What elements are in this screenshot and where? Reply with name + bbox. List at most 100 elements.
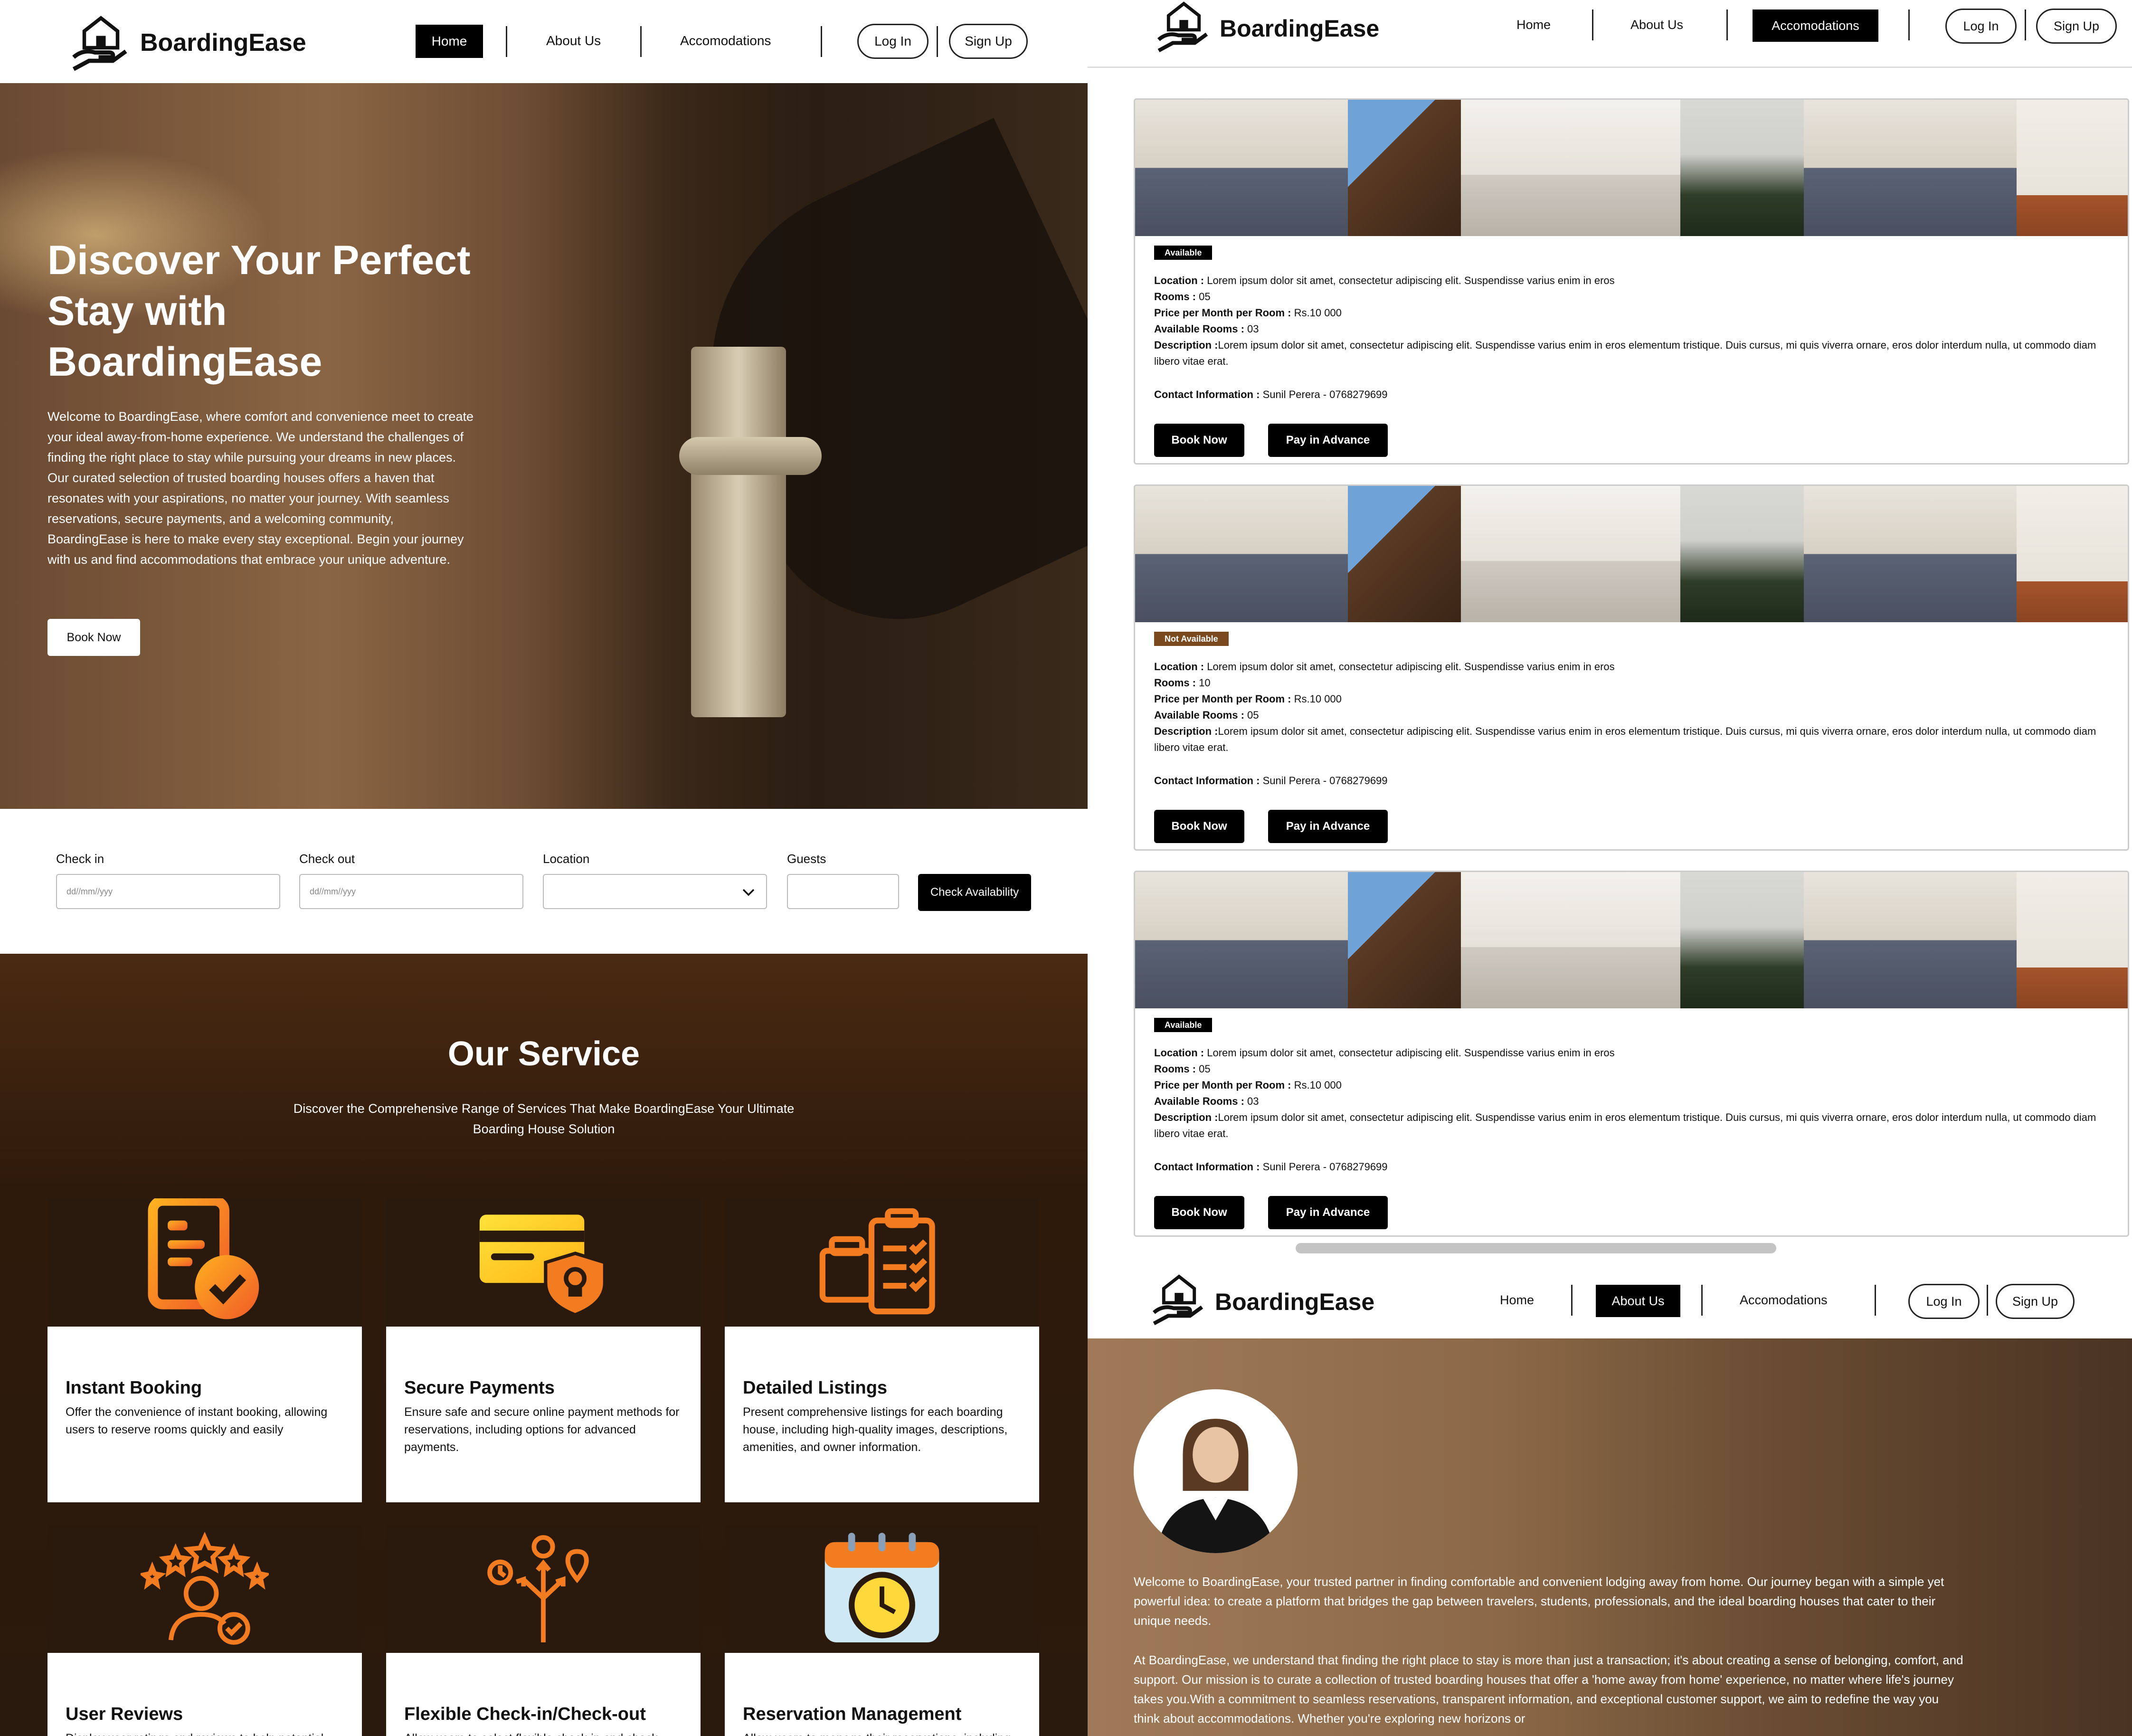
listing-rooms: Rooms : 05 bbox=[1154, 1061, 2118, 1077]
rooms-label: Rooms : bbox=[1154, 677, 1196, 689]
description-label: Description : bbox=[1154, 339, 1218, 351]
nav-home[interactable]: Home bbox=[1500, 1293, 1534, 1308]
service-description: Display user ratings and reviews to help… bbox=[66, 1730, 346, 1736]
location-label: Location : bbox=[1154, 661, 1204, 673]
person-portrait-icon bbox=[1134, 1389, 1298, 1553]
login-button[interactable]: Log In bbox=[1908, 1284, 1980, 1319]
nav-about[interactable]: About Us bbox=[546, 33, 601, 48]
service-card-banner bbox=[725, 1198, 1039, 1327]
pay-in-advance-button[interactable]: Pay in Advance bbox=[1268, 810, 1388, 843]
location-label: Location bbox=[543, 852, 590, 866]
about-paragraph: Welcome to BoardingEase, your trusted pa… bbox=[1134, 1575, 1944, 1628]
brand-logo[interactable]: BoardingEase bbox=[1156, 0, 1379, 57]
checkout-input[interactable]: dd//mm//yyy bbox=[299, 874, 523, 909]
price-label: Price per Month per Room : bbox=[1154, 307, 1291, 319]
service-card-user-reviews[interactable]: User Reviews Display user ratings and re… bbox=[47, 1525, 362, 1736]
user-stars-icon bbox=[141, 1532, 269, 1645]
nav-accommodations[interactable]: Accomodations bbox=[1753, 9, 1878, 42]
login-button[interactable]: Log In bbox=[857, 24, 929, 59]
nav-accommodations[interactable]: Accomodations bbox=[1740, 1293, 1828, 1308]
photo-kitchen bbox=[1461, 872, 1680, 1008]
contact-label: Contact Information : bbox=[1154, 1161, 1260, 1173]
service-description: Offer the convenience of instant booking… bbox=[66, 1405, 328, 1436]
service-title: Reservation Management bbox=[743, 1704, 962, 1724]
nav-home[interactable]: Home bbox=[1516, 18, 1551, 32]
listing-photos[interactable] bbox=[1135, 100, 2128, 236]
nav-about[interactable]: About Us bbox=[1596, 1285, 1680, 1317]
photo-bedroom bbox=[1135, 100, 1348, 236]
status-badge: Available bbox=[1154, 246, 1213, 260]
service-card-banner bbox=[725, 1525, 1039, 1653]
brand-logo[interactable]: BoardingEase bbox=[1152, 1272, 1374, 1331]
nav-home[interactable]: Home bbox=[416, 25, 483, 58]
services-subtitle-line: Discover the Comprehensive Range of Serv… bbox=[293, 1101, 795, 1116]
listing-photos[interactable] bbox=[1135, 486, 2128, 622]
book-now-button[interactable]: Book Now bbox=[1154, 810, 1244, 843]
hero-title-line: Stay with bbox=[47, 288, 227, 334]
about-paragraph: At BoardingEase, we understand that find… bbox=[1134, 1653, 1963, 1726]
book-now-button[interactable]: Book Now bbox=[1154, 1196, 1244, 1229]
signup-button[interactable]: Sign Up bbox=[2036, 9, 2117, 44]
price-value: Rs.10 000 bbox=[1294, 1079, 1342, 1091]
photo-bedroom-2 bbox=[1804, 486, 2017, 622]
brand-logo[interactable]: BoardingEase bbox=[71, 12, 306, 74]
listing-location: Location : Lorem ipsum dolor sit amet, c… bbox=[1154, 659, 2118, 675]
description-label: Description : bbox=[1154, 1111, 1218, 1123]
nav-divider bbox=[1726, 9, 1728, 40]
nav-divider bbox=[821, 26, 822, 57]
route-options-icon bbox=[487, 1535, 589, 1642]
brand-name: BoardingEase bbox=[1215, 1288, 1375, 1315]
listing-card: Not Available Location : Lorem ipsum dol… bbox=[1134, 484, 2129, 851]
service-card-banner bbox=[47, 1525, 362, 1653]
signup-button[interactable]: Sign Up bbox=[1996, 1284, 2075, 1319]
avatar bbox=[1134, 1389, 1298, 1553]
service-card-reservation-management[interactable]: Reservation Management Allow users to ma… bbox=[725, 1525, 1039, 1736]
listing-card: Available Location : Lorem ipsum dolor s… bbox=[1134, 98, 2129, 465]
services-subtitle: Discover the Comprehensive Range of Serv… bbox=[0, 1099, 1088, 1139]
nav-divider bbox=[1875, 1285, 1876, 1316]
description-value: Lorem ipsum dolor sit amet, consectetur … bbox=[1154, 339, 2096, 367]
listing-price: Price per Month per Room : Rs.10 000 bbox=[1154, 691, 2118, 707]
signup-button[interactable]: Sign Up bbox=[949, 24, 1028, 59]
photo-wooden-house bbox=[1348, 486, 1461, 622]
nav-divider bbox=[506, 26, 507, 57]
pay-in-advance-button[interactable]: Pay in Advance bbox=[1268, 1196, 1388, 1229]
calendar-clock-icon bbox=[824, 1533, 939, 1642]
contact-value: Sunil Perera - 0768279699 bbox=[1262, 389, 1388, 400]
brand-name: BoardingEase bbox=[1220, 15, 1380, 42]
service-card-secure-payments[interactable]: Secure Payments Ensure safe and secure o… bbox=[386, 1198, 701, 1502]
clipboard-list-icon bbox=[819, 1208, 935, 1315]
listing-available-rooms: Available Rooms : 03 bbox=[1154, 321, 2118, 337]
listing-description: Description :Lorem ipsum dolor sit amet,… bbox=[1154, 337, 2118, 370]
nav-divider bbox=[1592, 9, 1593, 40]
listing-photos[interactable] bbox=[1135, 872, 2128, 1008]
service-card-detailed-listings[interactable]: Detailed Listings Present comprehensive … bbox=[725, 1198, 1039, 1502]
checkin-input[interactable]: dd//mm//yyy bbox=[56, 874, 280, 909]
available-rooms-label: Available Rooms : bbox=[1154, 1095, 1244, 1107]
book-now-button[interactable]: Book Now bbox=[1154, 424, 1244, 457]
horizontal-scrollbar[interactable] bbox=[1296, 1243, 1776, 1253]
nav-accommodations[interactable]: Accomodations bbox=[680, 33, 771, 48]
pay-in-advance-button[interactable]: Pay in Advance bbox=[1268, 424, 1388, 457]
listing-description: Description :Lorem ipsum dolor sit amet,… bbox=[1154, 723, 2118, 756]
guests-input[interactable] bbox=[787, 874, 899, 909]
service-description: Allow users to select flexible check-in … bbox=[404, 1730, 684, 1736]
service-card-instant-booking[interactable]: Instant Booking Offer the convenience of… bbox=[47, 1198, 362, 1502]
hero-title-line: BoardingEase bbox=[47, 339, 322, 385]
service-card-flexible-checkin[interactable]: Flexible Check-in/Check-out Allow users … bbox=[386, 1525, 701, 1736]
status-badge: Not Available bbox=[1154, 632, 1229, 646]
check-availability-button[interactable]: Check Availability bbox=[918, 874, 1031, 911]
login-button[interactable]: Log In bbox=[1945, 9, 2017, 44]
nav-divider bbox=[640, 26, 642, 57]
contact-value: Sunil Perera - 0768279699 bbox=[1262, 1161, 1388, 1173]
photo-bedroom bbox=[1135, 486, 1348, 622]
nav-divider bbox=[1571, 1285, 1573, 1316]
hero-book-now-button[interactable]: Book Now bbox=[47, 619, 140, 656]
nav-about[interactable]: About Us bbox=[1630, 18, 1683, 32]
location-label: Location : bbox=[1154, 275, 1204, 286]
listing-contact: Contact Information : Sunil Perera - 076… bbox=[1154, 387, 2118, 403]
services-section: Our Service Discover the Comprehensive R… bbox=[0, 954, 1088, 1736]
location-select[interactable] bbox=[543, 874, 767, 909]
listing-contact: Contact Information : Sunil Perera - 076… bbox=[1154, 773, 2118, 789]
service-title: Secure Payments bbox=[404, 1378, 555, 1398]
